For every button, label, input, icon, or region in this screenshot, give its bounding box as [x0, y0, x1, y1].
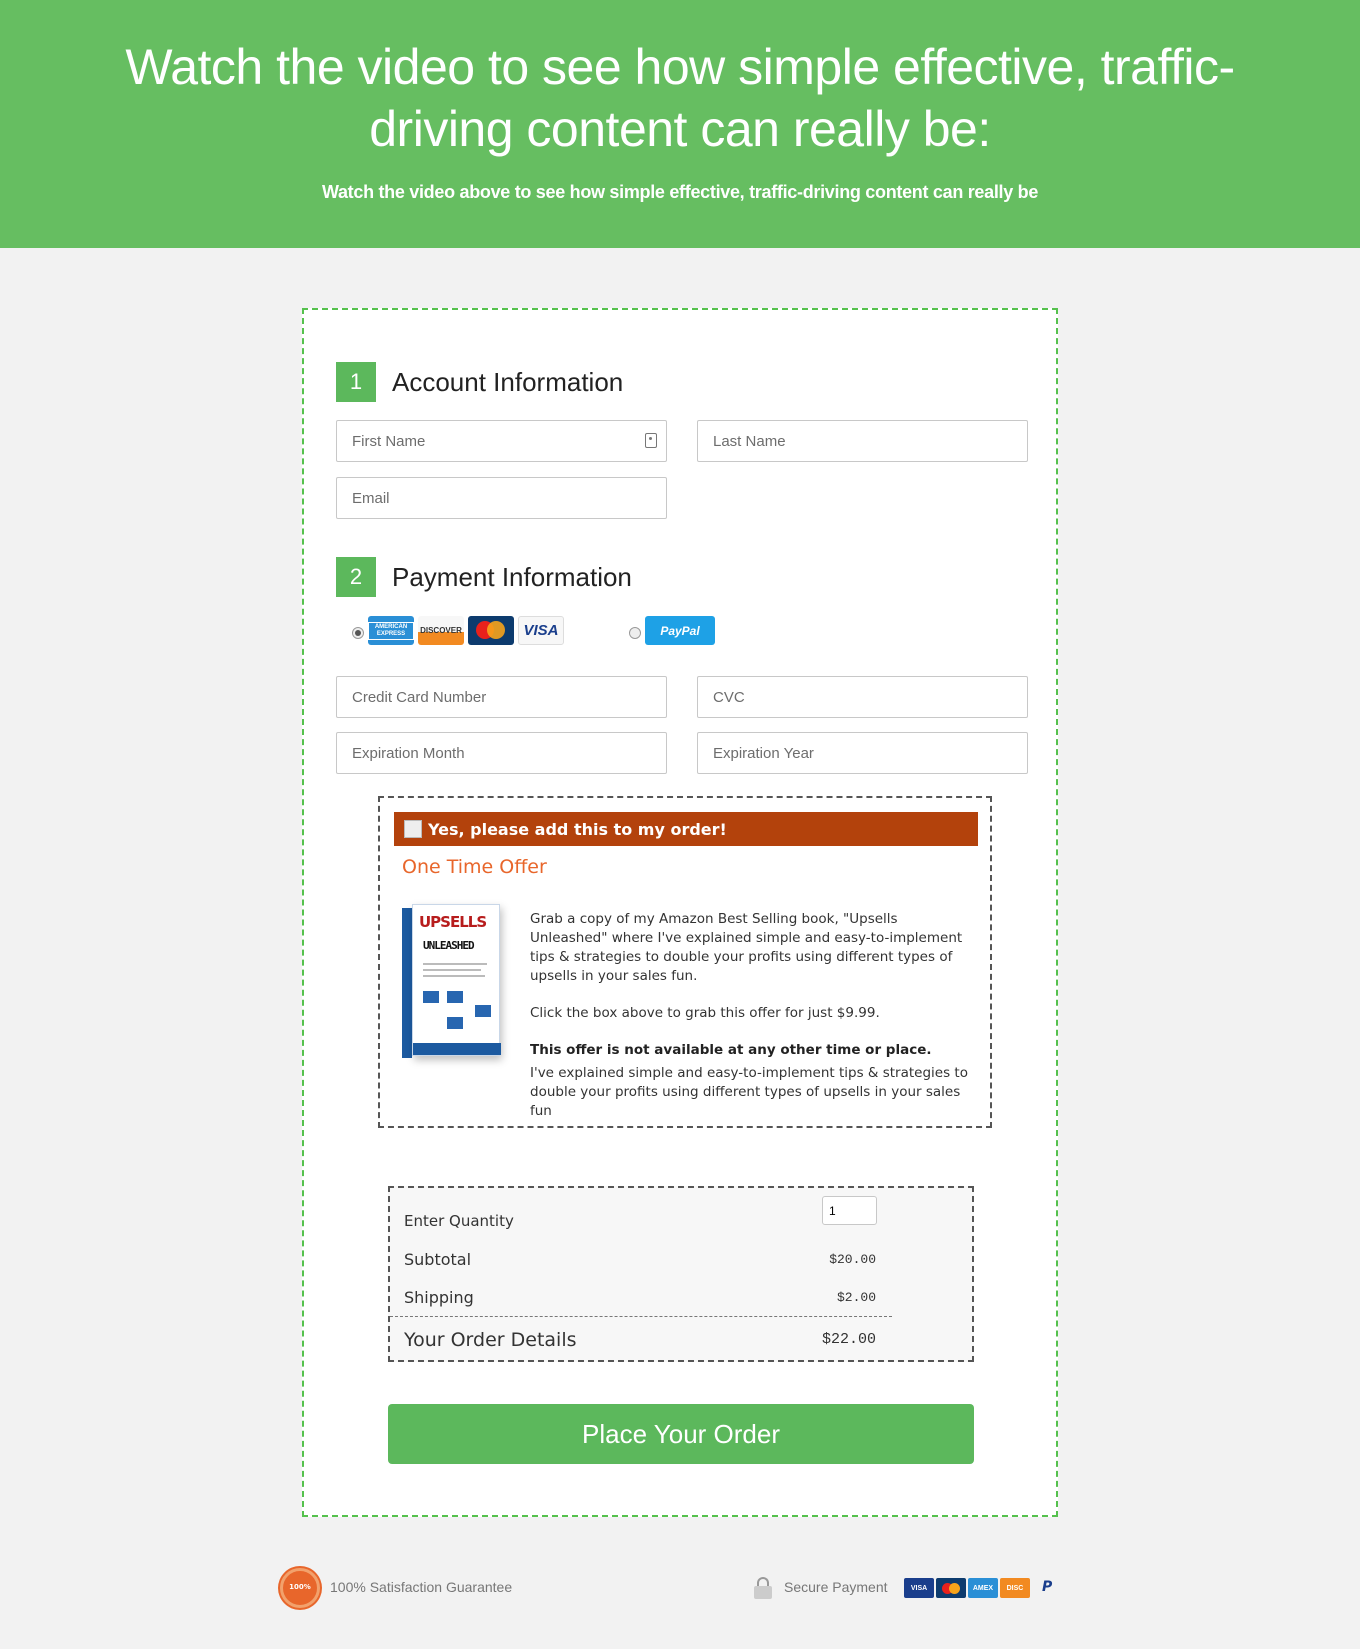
- shipping-value: $2.00: [836, 1290, 876, 1305]
- visa-label: VISA: [523, 622, 559, 639]
- step-number: 1: [336, 362, 376, 402]
- subtotal-value: $20.00: [829, 1252, 876, 1267]
- order-bump-bar[interactable]: Yes, please add this to my order!: [394, 812, 978, 846]
- paypal-label: PayPal: [660, 623, 700, 638]
- last-name-input[interactable]: [697, 420, 1028, 462]
- guarantee-seal-icon: [280, 1568, 320, 1608]
- summary-divider: [390, 1316, 892, 1317]
- order-bump-label: Yes, please add this to my order!: [428, 819, 727, 839]
- order-bump-checkbox[interactable]: [404, 820, 422, 838]
- checkout-form: 1 Account Information 2 Payment Informat…: [302, 308, 1058, 1517]
- account-section-title: Account Information: [392, 366, 624, 397]
- hero-banner: Watch the video to see how simple effect…: [0, 0, 1360, 248]
- expiration-year-select[interactable]: [697, 732, 1028, 774]
- total-label: Your Order Details: [404, 1329, 577, 1351]
- subtotal-label: Subtotal: [404, 1250, 472, 1269]
- contact-card-icon[interactable]: [645, 433, 657, 448]
- visa-icon: VISA: [518, 616, 564, 645]
- first-name-input[interactable]: [336, 420, 667, 462]
- lock-icon: [754, 1577, 772, 1599]
- discover-label: DISCOVER: [420, 626, 462, 635]
- mastercard-mini-icon: [936, 1578, 966, 1598]
- offer-paragraph: I've explained simple and easy-to-implem…: [530, 1065, 968, 1119]
- visa-mini-icon: VISA: [904, 1578, 934, 1598]
- account-step-header: 1 Account Information: [336, 362, 623, 402]
- book-cover-image: UPSELLS UNLEASHED: [402, 904, 501, 1064]
- shipping-label: Shipping: [404, 1288, 474, 1307]
- payment-section-title: Payment Information: [392, 561, 632, 592]
- guarantee-text: 100% Satisfaction Guarantee: [330, 1579, 513, 1595]
- total-value: $22.00: [821, 1331, 876, 1348]
- offer-price-note: Click the box above to grab this offer f…: [530, 1005, 880, 1021]
- book-title-line-2: UNLEASHED: [423, 939, 475, 952]
- paypal-radio[interactable]: [629, 627, 641, 639]
- expiration-month-select[interactable]: [336, 732, 667, 774]
- credit-card-radio[interactable]: [352, 627, 364, 639]
- mastercard-icon: [468, 616, 514, 645]
- place-order-button[interactable]: Place Your Order: [388, 1404, 974, 1464]
- offer-description: Grab a copy of my Amazon Best Selling bo…: [530, 910, 978, 1139]
- credit-card-number-input[interactable]: [336, 676, 667, 718]
- paypal-icon[interactable]: PayPal: [645, 616, 715, 645]
- paypal-mini-icon: P: [1042, 1579, 1053, 1595]
- offer-title: One Time Offer: [402, 856, 547, 878]
- order-bump-box: Yes, please add this to my order! One Ti…: [378, 796, 992, 1128]
- amex-mini-icon: AMEX: [968, 1578, 998, 1598]
- step-number: 2: [336, 557, 376, 597]
- cvc-input[interactable]: [697, 676, 1028, 718]
- offer-paragraph: Grab a copy of my Amazon Best Selling bo…: [530, 911, 963, 984]
- quantity-input[interactable]: [822, 1196, 877, 1225]
- discover-mini-icon: DISC: [1000, 1578, 1030, 1598]
- email-input[interactable]: [336, 477, 667, 519]
- secure-payment-text: Secure Payment: [784, 1579, 888, 1595]
- trust-footer: 100% Satisfaction Guarantee Secure Payme…: [0, 1565, 1360, 1613]
- quantity-label: Enter Quantity: [404, 1212, 514, 1230]
- book-title-line-1: UPSELLS: [419, 913, 487, 931]
- payment-step-header: 2 Payment Information: [336, 557, 632, 597]
- amex-icon: AMERICAN EXPRESS: [368, 616, 414, 645]
- offer-availability-note: This offer is not available at any other…: [530, 1042, 932, 1058]
- discover-icon: DISCOVER: [418, 616, 464, 645]
- hero-subheadline: Watch the video above to see how simple …: [321, 182, 1039, 202]
- hero-headline: Watch the video to see how simple effect…: [125, 39, 1235, 157]
- order-summary: Enter Quantity Subtotal $20.00 Shipping …: [388, 1186, 974, 1362]
- amex-label: AMERICAN EXPRESS: [368, 621, 414, 640]
